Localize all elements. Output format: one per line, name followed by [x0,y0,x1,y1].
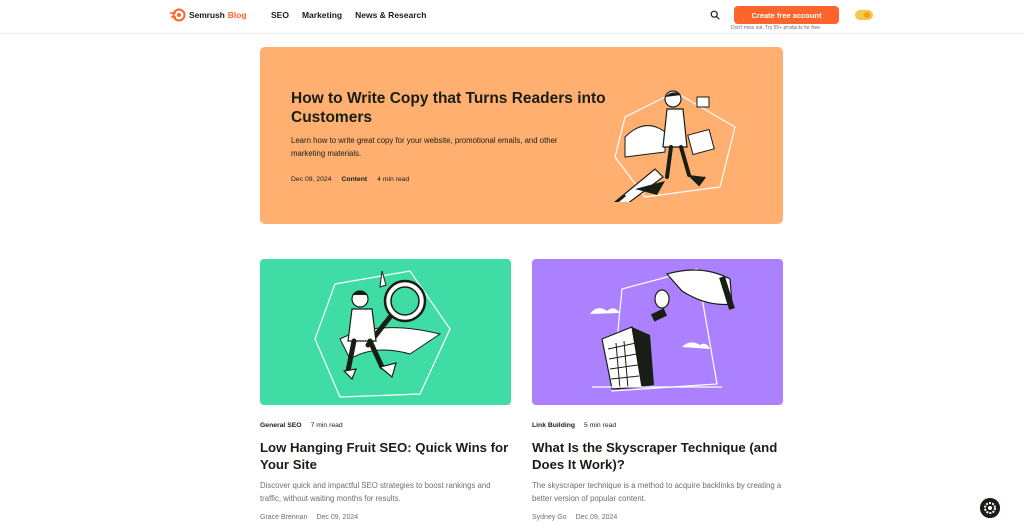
search-icon[interactable] [710,10,720,20]
article-title[interactable]: What Is the Skyscraper Technique (and Do… [532,439,783,473]
create-account-button[interactable]: Create free account [734,6,839,24]
article-image[interactable] [532,259,783,405]
article-meta: Link Building 5 min read [532,422,783,429]
featured-category[interactable]: Content [341,176,367,183]
copywriting-illustration [614,90,736,202]
article-date: Dec 09, 2024 [316,514,359,521]
main-nav: SEO Marketing News & Research [271,10,426,20]
settings-gear-icon[interactable] [980,498,1000,518]
article-date: Dec 09, 2024 [575,514,618,521]
article-description: Discover quick and impactful SEO strateg… [260,481,491,503]
toggle-knob [864,12,870,18]
logo-suffix: Blog [227,10,247,20]
nav-seo[interactable]: SEO [271,10,289,20]
featured-meta: Dec 09, 2024 Content 4 min read [291,176,409,183]
article-byline: Grace Brennan Dec 09, 2024 [260,514,511,521]
seo-magnifier-illustration [314,270,451,398]
article-byline: Sydney Go Dec 09, 2024 [532,514,783,521]
article-read-time: 5 min read [584,422,617,429]
article-category[interactable]: General SEO [260,422,302,429]
featured-read-time: 4 min read [377,176,410,183]
article-category[interactable]: Link Building [532,422,575,429]
featured-title[interactable]: How to Write Copy that Turns Readers int… [291,89,611,127]
article-meta: General SEO 7 min read [260,422,511,429]
nav-news-research[interactable]: News & Research [355,10,426,20]
featured-article-card[interactable]: How to Write Copy that Turns Readers int… [260,47,783,224]
cta-subtext: Don't miss out. Try 55+ products for fre… [731,25,822,31]
article-read-time: 7 min read [310,422,343,429]
article-author[interactable]: Sydney Go [532,514,567,521]
site-header: Semrush Blog SEO Marketing News & Resear… [0,0,1024,34]
skyscraper-illustration [590,268,735,392]
theme-toggle-icon[interactable] [855,10,873,20]
featured-date: Dec 09, 2024 [291,176,332,183]
article-image[interactable] [260,259,511,405]
article-description: The skyscraper technique is a method to … [532,481,782,503]
nav-marketing[interactable]: Marketing [302,10,342,20]
semrush-logo-icon [170,8,186,22]
semrush-blog-logo[interactable]: Semrush Blog [170,8,247,22]
featured-description: Learn how to write great copy for your w… [291,136,558,158]
article-title[interactable]: Low Hanging Fruit SEO: Quick Wins for Yo… [260,439,511,473]
article-author[interactable]: Grace Brennan [260,514,307,521]
logo-text: Semrush [189,10,225,20]
article-card[interactable]: Link Building 5 min read What Is the Sky… [532,259,783,521]
article-card[interactable]: General SEO 7 min read Low Hanging Fruit… [260,259,511,521]
